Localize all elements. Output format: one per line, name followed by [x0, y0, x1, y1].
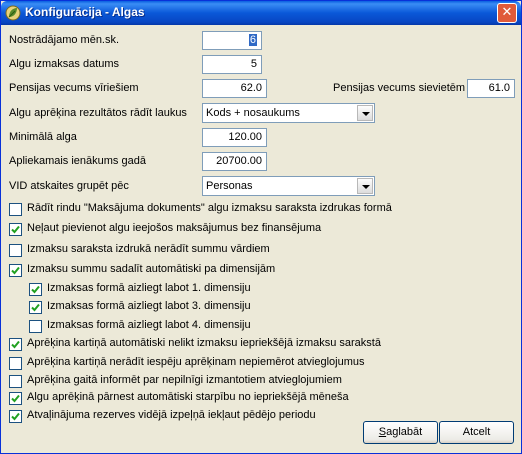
paydate-label: Algu izmaksas datums [9, 58, 120, 70]
checkbox-4[interactable] [29, 283, 42, 296]
min-wage-label: Minimālā alga [9, 131, 77, 143]
checkbox-2[interactable] [9, 244, 22, 257]
pension-women-input[interactable]: 61.0 [467, 79, 515, 98]
checkbox-6[interactable] [29, 320, 42, 333]
save-button-label: aglabāt [386, 426, 423, 438]
checkbox-item-5[interactable]: Izmaksas formā aizliegt labot 3. dimensi… [29, 300, 509, 316]
checkmark-icon [11, 266, 20, 275]
show-fields-label: Algu aprēķina rezultātos rādīt laukus [9, 107, 187, 119]
close-button[interactable]: ✕ [497, 3, 517, 23]
taxable-income-input[interactable]: 20700.00 [202, 152, 267, 171]
checkbox-label-8: Aprēķina kartiņā nerādīt iespēju aprēķin… [27, 356, 365, 368]
checkbox-label-4: Izmaksas formā aizliegt labot 1. dimensi… [47, 282, 251, 294]
checkbox-label-10: Algu aprēķinā pārnest automātiski starpī… [27, 391, 349, 403]
show-fields-select[interactable]: Kods + nosaukums [202, 103, 375, 123]
pension-men-input[interactable]: 62.0 [202, 79, 267, 98]
paydate-input[interactable]: 5 [202, 55, 262, 74]
checkmark-icon [11, 412, 20, 421]
checkbox-label-2: Izmaksu saraksta izdrukā nerādīt summu v… [27, 243, 270, 255]
checkbox-item-8[interactable]: Aprēķina kartiņā nerādīt iespēju aprēķin… [9, 356, 509, 372]
checkbox-item-11[interactable]: Atvaļinājuma rezerves vidējā izpeļņā iek… [9, 409, 349, 425]
checkmark-icon [11, 340, 20, 349]
checkbox-label-3: Izmaksu summu sadalīt automātiski pa dim… [27, 263, 276, 275]
min-wage-input[interactable]: 120.00 [202, 128, 267, 147]
checkbox-8[interactable] [9, 357, 22, 370]
checkbox-item-10[interactable]: Algu aprēķinā pārnest automātiski starpī… [9, 391, 509, 407]
checkbox-10[interactable] [9, 392, 22, 405]
checkmark-icon [31, 303, 40, 312]
cancel-button[interactable]: Atcelt [439, 421, 514, 444]
checkbox-item-4[interactable]: Izmaksas formā aizliegt labot 1. dimensi… [29, 282, 509, 298]
checkbox-label-1: Neļaut pievienot algu ieejošos maksājumu… [27, 222, 322, 234]
checkbox-item-1[interactable]: Neļaut pievienot algu ieejošos maksājumu… [9, 222, 509, 238]
checkbox-label-6: Izmaksas formā aizliegt labot 4. dimensi… [47, 319, 251, 331]
checkbox-item-2[interactable]: Izmaksu saraksta izdrukā nerādīt summu v… [9, 243, 509, 259]
checkbox-item-3[interactable]: Izmaksu summu sadalīt automātiski pa dim… [9, 263, 509, 279]
checkbox-item-7[interactable]: Aprēķina kartiņā automātiski nelikt izma… [9, 337, 509, 353]
vid-group-select[interactable]: Personas [202, 176, 375, 196]
checkmark-icon [31, 285, 40, 294]
save-button[interactable]: Saglabāt [363, 421, 438, 444]
app-leaf-icon [5, 5, 21, 21]
checkbox-item-0[interactable]: Rādīt rindu "Maksājuma dokuments" algu i… [9, 202, 509, 218]
checkbox-7[interactable] [9, 338, 22, 351]
window-title: Konfigurācija - Algas [25, 5, 145, 19]
checkbox-5[interactable] [29, 301, 42, 314]
checkbox-label-7: Aprēķina kartiņā automātiski nelikt izma… [27, 337, 381, 349]
checkbox-11[interactable] [9, 410, 22, 423]
title-bar: Konfigurācija - Algas ✕ [1, 1, 521, 25]
checkbox-item-6[interactable]: Izmaksas formā aizliegt labot 4. dimensi… [29, 319, 509, 335]
checkbox-1[interactable] [9, 223, 22, 236]
show-fields-dropdown-icon[interactable] [357, 105, 373, 121]
checkbox-label-9: Aprēķina gaitā informēt par nepilnīgi iz… [27, 374, 342, 386]
config-window: Konfigurācija - Algas ✕ Nostrādājamo mēn… [0, 0, 522, 454]
months-input[interactable]: 6 [202, 31, 262, 50]
checkbox-label-5: Izmaksas formā aizliegt labot 3. dimensi… [47, 300, 251, 312]
months-value: 6 [248, 34, 257, 46]
checkmark-icon [11, 225, 20, 234]
pension-women-label: Pensijas vecums sievietēm [333, 82, 466, 94]
checkbox-9[interactable] [9, 375, 22, 388]
checkbox-0[interactable] [9, 203, 22, 216]
show-fields-value: Kods + nosaukums [206, 107, 300, 119]
vid-group-label: VID atskaites grupēt pēc [9, 180, 129, 192]
checkbox-3[interactable] [9, 264, 22, 277]
checkbox-item-9[interactable]: Aprēķina gaitā informēt par nepilnīgi iz… [9, 374, 509, 390]
checkbox-label-0: Rādīt rindu "Maksājuma dokuments" algu i… [27, 202, 392, 214]
vid-group-dropdown-icon[interactable] [357, 178, 373, 194]
pension-men-label: Pensijas vecums vīriešiem [9, 82, 139, 94]
checkmark-icon [11, 394, 20, 403]
vid-group-value: Personas [206, 180, 253, 192]
taxable-income-label: Apliekamais ienākums gadā [9, 155, 146, 167]
checkbox-label-11: Atvaļinājuma rezerves vidējā izpeļņā iek… [27, 409, 316, 421]
months-label: Nostrādājamo mēn.sk. [9, 34, 120, 46]
